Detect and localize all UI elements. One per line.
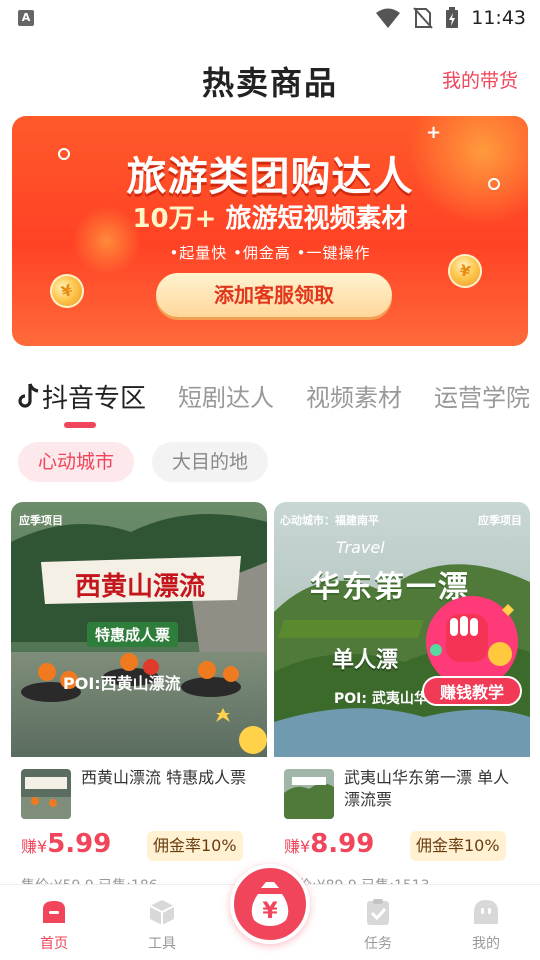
nav-label: 工具	[148, 936, 176, 952]
nav-tools[interactable]: 工具	[122, 897, 202, 953]
earn-label: 赚¥	[21, 837, 48, 856]
cube-icon	[149, 900, 175, 925]
nav-label: 任务	[364, 936, 392, 952]
tiktok-icon	[18, 383, 39, 408]
banner-subtitle: 10万+ 旅游短视频素材	[12, 198, 528, 235]
wifi-icon	[376, 8, 401, 28]
notification-a-icon: A	[18, 10, 34, 26]
my-goods-link[interactable]: 我的带货	[442, 66, 518, 93]
filter-chips: 心动城市 大目的地	[0, 442, 540, 486]
tab-indicator	[64, 422, 96, 428]
nav-label: 首页	[40, 936, 68, 952]
earn-amount: 赚¥5.99	[21, 829, 111, 859]
tab-video-materials[interactable]: 视频素材	[306, 378, 402, 413]
no-sim-icon	[413, 7, 433, 29]
clipboard-check-icon	[367, 899, 389, 925]
earn-price: 8.99	[310, 829, 375, 859]
product-name: 西黄山漂流 特惠成人票	[81, 768, 247, 787]
add-service-button[interactable]: 添加客服领取	[156, 273, 392, 317]
product-name: 武夷山华东第一漂 单人漂流票	[344, 768, 510, 809]
image-poi: POI:西黄山漂流	[63, 674, 181, 693]
banner-subtitle-rest: 旅游短视频素材	[225, 204, 408, 234]
banner-title: 旅游类团购达人	[126, 154, 414, 200]
product-info: 武夷山华东第一漂 单人漂流票 赚¥8.99 佣金率10% 售价:¥89.9 已售…	[274, 757, 530, 902]
gift-hand-icon	[426, 596, 518, 688]
nav-label: 我的	[472, 936, 500, 952]
earn-price: 5.99	[47, 829, 112, 859]
season-tag: 应季项目	[478, 514, 522, 527]
product-thumbnail	[21, 769, 71, 819]
coin-icon: ¥	[45, 269, 89, 313]
nav-tasks[interactable]: 任务	[338, 897, 418, 953]
earn-amount: 赚¥8.99	[284, 829, 374, 859]
home-icon	[43, 901, 65, 923]
chip-heart-city[interactable]: 心动城市	[18, 442, 135, 482]
city-tag: 心动城市：福建南平	[280, 514, 379, 527]
product-card[interactable]: 应季项目 西黄山漂流 特惠成人票 POI:西黄山漂流 西黄山漂流 特惠成人票 赚…	[11, 502, 267, 902]
money-bag-button[interactable]: ¥	[230, 864, 310, 944]
nav-mine[interactable]: 我的	[446, 897, 526, 953]
status-time: 11:43	[471, 7, 526, 29]
fab-symbol: ¥	[262, 899, 278, 924]
tab-label: 抖音专区	[42, 384, 147, 414]
earn-tutorial-label[interactable]: 赚钱教学	[422, 676, 522, 706]
banner-points: •起量快 •佣金高 •一键操作	[169, 244, 371, 262]
image-poi: POI: 武夷山华	[334, 691, 428, 707]
tab-short-drama[interactable]: 短剧达人	[178, 378, 274, 413]
face-icon	[474, 900, 498, 924]
promo-banner[interactable]: + ¥ ¥ 旅游类团购达人 10万+ 旅游短视频素材 •起量快 •佣金高 •一键…	[12, 116, 528, 346]
commission-rate-badge: 佣金率10%	[147, 831, 243, 861]
product-image: 应季项目 西黄山漂流 特惠成人票 POI:西黄山漂流	[11, 502, 267, 757]
season-tag: 应季项目	[19, 514, 63, 527]
sparkle-icon: +	[426, 122, 442, 143]
battery-charging-icon	[446, 7, 459, 28]
header: 热卖商品 我的带货	[0, 52, 540, 104]
image-ribbon: 单人漂	[332, 648, 399, 673]
chip-major-destinations[interactable]: 大目的地	[152, 442, 269, 482]
image-ribbon: 特惠成人票	[87, 622, 179, 647]
banner-subtitle-highlight: 10万+	[132, 204, 217, 234]
tab-operations-academy[interactable]: 运营学院	[434, 378, 530, 413]
earn-label: 赚¥	[284, 837, 311, 856]
status-bar: A 11:43	[0, 0, 540, 36]
image-travel-text: Travel	[336, 538, 385, 557]
image-title: 西黄山漂流	[74, 572, 205, 602]
commission-rate-badge: 佣金率10%	[410, 831, 506, 861]
money-bag-icon: ¥	[251, 882, 289, 926]
category-tabs: 抖音专区 短剧达人 视频素材 运营学院	[0, 372, 540, 432]
nav-home[interactable]: 首页	[14, 897, 94, 953]
status-icons: 11:43	[375, 6, 526, 30]
floating-promo[interactable]: 赚钱教学	[416, 592, 528, 708]
product-thumbnail	[284, 769, 334, 819]
product-info: 西黄山漂流 特惠成人票 赚¥5.99 佣金率10% 售价:¥59.9 已售:18…	[11, 757, 267, 902]
tab-douyin[interactable]: 抖音专区	[16, 378, 146, 415]
